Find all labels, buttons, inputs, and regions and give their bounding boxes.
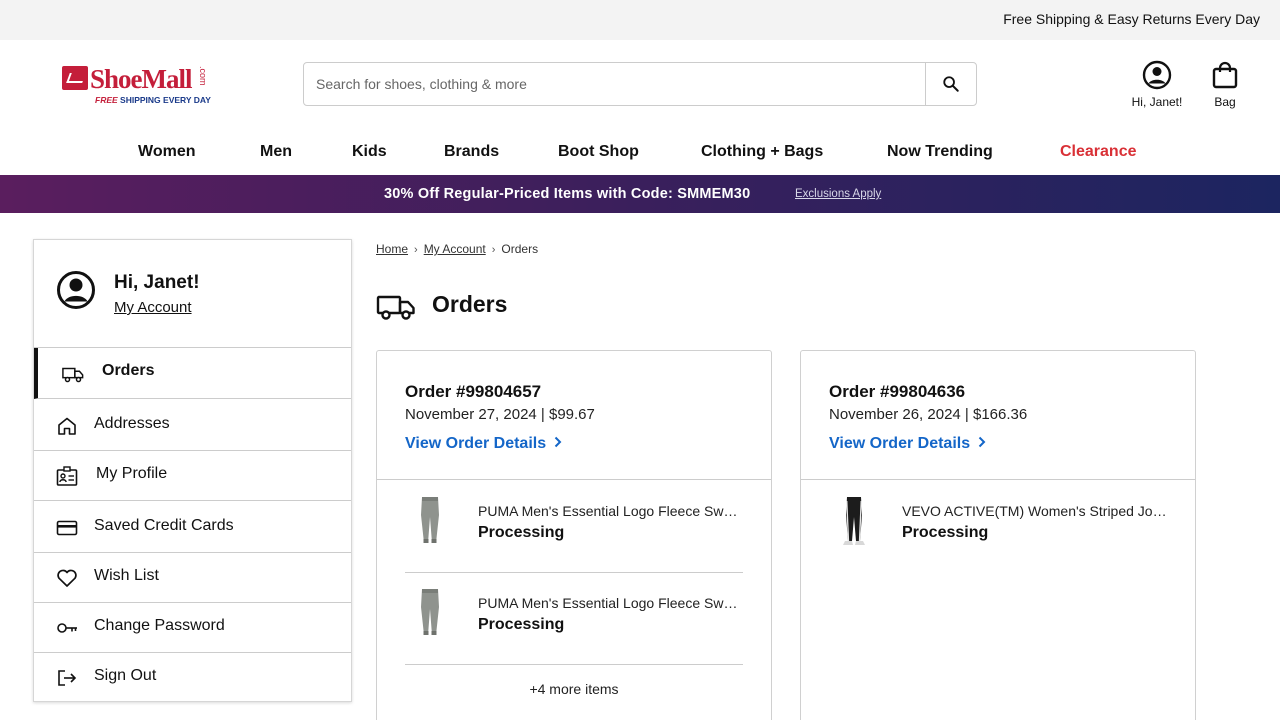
logo-mark-icon [62,66,88,90]
main-navigation: Women Men Kids Brands Boot Shop Clothing… [0,140,1280,166]
product-name: PUMA Men's Essential Logo Fleece Sweatpa… [478,595,743,611]
more-items-link[interactable]: +4 more items [377,681,771,697]
account-label: Hi, Janet! [1131,95,1183,109]
breadcrumb-current: Orders [501,242,539,256]
product-thumbnail [421,497,439,543]
sidebar-item-orders[interactable]: Orders [34,348,351,399]
home-icon [58,417,76,435]
bag-button[interactable]: Bag [1204,60,1246,110]
order-number: Order #99804636 [829,382,966,401]
promo-banner: 30% Off Regular-Priced Items with Code: … [0,175,1280,213]
nav-brands[interactable]: Brands [444,143,499,161]
logo-suffix: .com [198,66,208,86]
product-thumbnail [843,497,865,545]
nav-women[interactable]: Women [138,143,195,161]
product-name: PUMA Men's Essential Logo Fleece Sweatpa… [478,503,743,519]
order-item[interactable]: VEVO ACTIVE(TM) Women's Striped Jogger P… [829,481,1167,573]
chevron-right-icon: › [491,244,496,256]
sidebar-item-label: Change Password [94,617,225,634]
chevron-right-icon: › [414,244,418,256]
account-sidebar: Hi, Janet! My Account Orders Addresses M… [33,239,352,702]
heart-icon [57,569,77,587]
breadcrumb-my-account[interactable]: My Account [424,242,486,256]
order-item-status: Processing [478,616,565,633]
sidebar-item-my-profile[interactable]: My Profile [34,450,351,501]
order-date-total: November 26, 2024 | $166.36 [829,406,1028,423]
view-order-details-link[interactable]: View Order Details [829,435,986,453]
exclusions-link[interactable]: Exclusions Apply [795,188,881,200]
sidebar-item-addresses[interactable]: Addresses [34,400,351,451]
sidebar-item-label: Saved Credit Cards [94,517,234,534]
sidebar-item-sign-out[interactable]: Sign Out [34,652,351,703]
sidebar-my-account-link[interactable]: My Account [114,299,192,316]
nav-now-trending[interactable]: Now Trending [887,143,993,161]
view-order-details-link[interactable]: View Order Details [405,435,562,453]
sidebar-item-label: Orders [102,362,155,379]
order-item[interactable]: PUMA Men's Essential Logo Fleece Sweatpa… [405,481,743,573]
breadcrumb-home[interactable]: Home [376,242,408,256]
order-card: Order #99804636 November 26, 2024 | $166… [800,350,1196,720]
page-title-text: Orders [432,291,508,317]
truck-icon [62,367,84,383]
sidebar-item-label: My Profile [96,465,168,482]
sidebar-item-saved-credit-cards[interactable]: Saved Credit Cards [34,502,351,553]
order-item[interactable]: PUMA Men's Essential Logo Fleece Sweatpa… [405,573,743,665]
sidebar-item-label: Addresses [94,415,170,432]
nav-boot-shop[interactable]: Boot Shop [558,143,639,161]
promo-text: 30% Off Regular-Priced Items with Code: … [384,186,751,202]
shoemall-logo[interactable]: ShoeMall .com FREE SHIPPING EVERY DAY [62,64,222,106]
account-button[interactable]: Hi, Janet! [1124,60,1190,110]
logo-tag-free: FREE [95,95,118,105]
order-card-header: Order #99804636 November 26, 2024 | $166… [801,351,1195,480]
free-shipping-message: Free Shipping & Easy Returns Every Day [1003,11,1260,27]
order-number: Order #99804657 [405,382,542,401]
shopping-bag-icon [1212,61,1238,89]
sidebar-item-label: Wish List [94,567,159,584]
account-icon [1142,60,1172,90]
order-item-status: Processing [478,524,565,541]
view-order-details-label: View Order Details [829,435,971,452]
nav-clearance[interactable]: Clearance [1060,143,1137,161]
search-bar [303,62,977,106]
breadcrumb: Home › My Account › Orders [376,242,538,256]
nav-clothing-bags[interactable]: Clothing + Bags [701,143,823,161]
logo-tagline: FREE SHIPPING EVERY DAY [95,95,211,105]
truck-icon [376,295,415,320]
sidebar-item-wish-list[interactable]: Wish List [34,552,351,603]
order-item-status: Processing [902,524,989,541]
search-icon [943,76,959,92]
chevron-right-icon [554,436,562,448]
order-card-header: Order #99804657 November 27, 2024 | $99.… [377,351,771,480]
id-card-icon [56,466,78,486]
sign-out-icon [58,670,77,686]
nav-kids[interactable]: Kids [352,143,387,161]
view-order-details-label: View Order Details [405,435,547,452]
sidebar-item-label: Sign Out [94,667,157,684]
user-avatar-icon [57,271,95,309]
search-input[interactable] [316,63,916,105]
logo-name: ShoeMall [90,64,193,94]
product-thumbnail [421,589,439,635]
sidebar-item-change-password[interactable]: Change Password [34,602,351,653]
chevron-right-icon [978,436,986,448]
sidebar-greeting: Hi, Janet! [114,272,200,293]
top-announcement-bar: Free Shipping & Easy Returns Every Day [0,0,1280,40]
sidebar-header: Hi, Janet! My Account [34,240,351,348]
search-button[interactable] [925,63,976,105]
nav-men[interactable]: Men [260,143,292,161]
order-card: Order #99804657 November 27, 2024 | $99.… [376,350,772,720]
order-date-total: November 27, 2024 | $99.67 [405,406,595,423]
credit-card-icon [56,520,78,536]
bag-label: Bag [1214,95,1236,109]
product-name: VEVO ACTIVE(TM) Women's Striped Jogger [902,503,1167,519]
key-icon [57,623,77,633]
logo-tag-rest: SHIPPING EVERY DAY [120,95,211,105]
